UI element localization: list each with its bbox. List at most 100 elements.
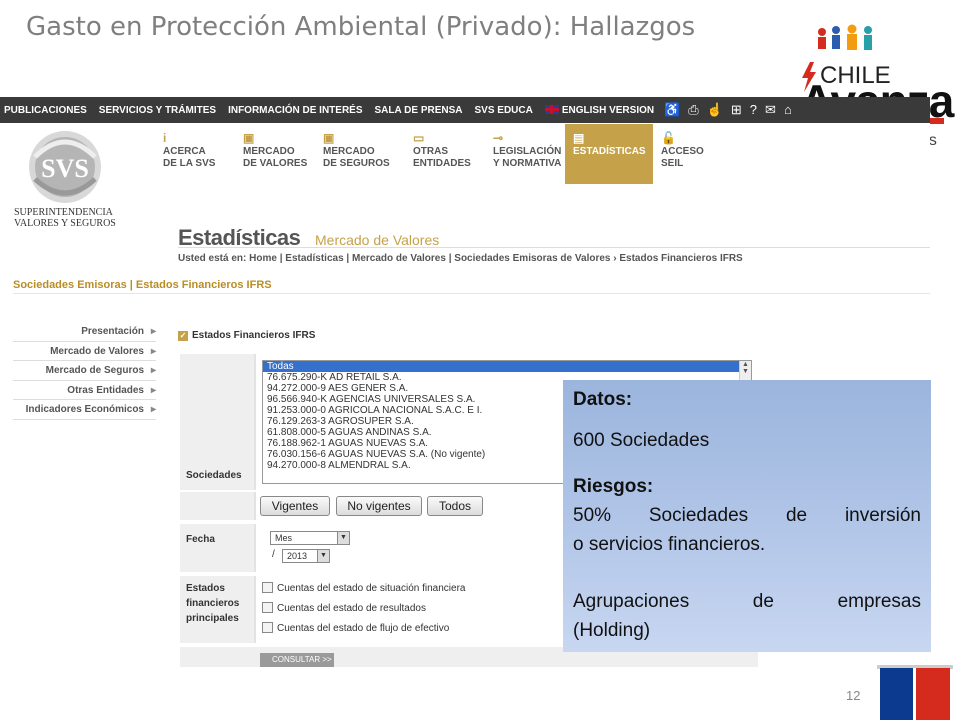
uk-flag-icon (544, 104, 559, 114)
nav-svs-educa[interactable]: SVS EDUCA (475, 105, 533, 116)
datos-value: 600 Sociedades (573, 430, 710, 451)
mail-icon[interactable]: ✉ (765, 102, 776, 118)
estados-label: Estados financieros principales (186, 581, 239, 626)
mainnav-acceso-seil[interactable]: 🔓 ACCESO SEIL (653, 124, 733, 184)
print-icon[interactable]: ⎙ (688, 102, 698, 118)
mainnav-acerca[interactable]: i ACERCA DE LA SVS (155, 124, 235, 184)
nav-english-version[interactable]: ENGLISH VERSION (544, 104, 655, 116)
chile-flag-corner (877, 665, 953, 720)
svs-logo[interactable]: SVS (20, 127, 110, 207)
breadcrumb[interactable]: Usted está en: Home | Estadísticas | Mer… (178, 253, 743, 264)
date-separator: / (272, 549, 275, 560)
mainnav-legislacion[interactable]: ⊸ LEGISLACIÓN Y NORMATIVA (485, 124, 565, 184)
mainnav-label-line2: DE LA SVS (163, 158, 216, 169)
sociedades-label: Sociedades (186, 470, 242, 481)
sitemap-icon[interactable]: ⊞ (731, 102, 742, 118)
checkbox-flujo-efectivo[interactable]: Cuentas del estado de flujo de efectivo (262, 622, 449, 634)
checkbox-situacion-financiera[interactable]: Cuentas del estado de situación financie… (262, 582, 465, 594)
section-divider (13, 293, 930, 294)
mainnav-label-line2: DE VALORES (243, 158, 308, 169)
mainnav-mercado-seguros[interactable]: ▣ MERCADO DE SEGUROS (315, 124, 405, 184)
mainnav-label-line1: ACCESO (661, 146, 704, 157)
side-menu: Presentación Mercado de Valores Mercado … (13, 322, 156, 420)
mainnav-estadisticas[interactable]: ▤ ESTADÍSTICAS (565, 124, 653, 184)
nav-english-label: ENGLISH VERSION (561, 104, 655, 116)
estados-label-line1: Estados (186, 583, 225, 594)
mainnav-label-line1: ACERCA (163, 146, 206, 157)
svs-caption: SUPERINTENDENCIA VALORES Y SEGUROS (14, 207, 116, 229)
slide-title: Gasto en Protección Ambiental (Privado):… (26, 12, 696, 42)
sidemenu-mercado-valores[interactable]: Mercado de Valores (13, 342, 156, 361)
checkbox-label: Cuentas del estado de situación financie… (277, 583, 466, 594)
help-icon[interactable]: ? (750, 102, 757, 118)
nav-servicios-tramites[interactable]: SERVICIOS Y TRÁMITES (99, 105, 216, 116)
chart-icon: ▣ (243, 131, 255, 145)
month-select-value: Mes (275, 533, 293, 543)
page-number: 12 (846, 688, 861, 703)
logo-red-bar (930, 118, 944, 124)
sidemenu-otras-entidades[interactable]: Otras Entidades (13, 381, 156, 400)
svs-logo-text: SVS (41, 154, 89, 183)
mainnav-mercado-valores[interactable]: ▣ MERCADO DE VALORES (235, 124, 315, 184)
svs-caption-line1: SUPERINTENDENCIA (14, 207, 113, 218)
statistics-icon: ▤ (573, 131, 585, 145)
sidemenu-presentacion[interactable]: Presentación (13, 322, 156, 342)
lock-icon: 🔓 (661, 131, 676, 145)
datos-heading: Datos: (573, 389, 633, 410)
mainnav-label-line1: OTRAS (413, 146, 448, 157)
top-navigation-bar: PUBLICACIONES SERVICIOS Y TRÁMITES INFOR… (0, 97, 930, 123)
mainnav-label-line1: LEGISLACIÓN (493, 146, 562, 157)
sidemenu-mercado-seguros[interactable]: Mercado de Seguros (13, 361, 156, 381)
estados-label-line2: financieros (186, 598, 240, 609)
consultar-button[interactable]: CONSULTAR >> (260, 653, 334, 667)
agrupaciones-line2: (Holding) (573, 620, 651, 641)
estados-label-line3: principales (186, 613, 239, 624)
home-icon[interactable]: ⌂ (784, 102, 792, 118)
month-select[interactable]: Mes ▼ (270, 531, 350, 545)
year-select[interactable]: 2013 ▼ (282, 549, 330, 563)
section-title: Sociedades Emisoras | Estados Financiero… (13, 279, 272, 291)
form-header: ✓ Estados Financieros IFRS (178, 330, 315, 341)
checkbox[interactable] (262, 582, 273, 593)
list-item[interactable]: Todas (263, 361, 751, 372)
children-logo-icon (818, 24, 872, 50)
nav-publicaciones[interactable]: PUBLICACIONES (4, 105, 87, 116)
riesgos-line1: 50% Sociedades de inversión (573, 505, 921, 526)
mainnav-label-line2: ENTIDADES (413, 158, 471, 169)
form-header-label: Estados Financieros IFRS (192, 330, 316, 341)
checkbox[interactable] (262, 602, 273, 613)
monitor-icon: ▭ (413, 131, 425, 145)
todos-button[interactable]: Todos (427, 496, 483, 516)
chevron-down-icon: ▼ (337, 532, 349, 544)
checkmark-icon: ✓ (178, 331, 188, 341)
flag-red-stripe (916, 668, 950, 720)
info-icon: i (163, 131, 167, 145)
svs-caption-line2: VALORES Y SEGUROS (14, 218, 116, 229)
mainnav-label-line2: SEIL (661, 158, 684, 169)
mainnav-label-line2: ESTADÍSTICAS (573, 146, 646, 157)
mainnav-label-line1: MERCADO (243, 146, 295, 157)
mainnav-otras-entidades[interactable]: ▭ OTRAS ENTIDADES (405, 124, 485, 184)
checkbox-label: Cuentas del estado de resultados (277, 603, 426, 614)
nav-sala-prensa[interactable]: SALA DE PRENSA (375, 105, 463, 116)
chevron-down-icon: ▼ (317, 550, 329, 562)
checkbox-resultados[interactable]: Cuentas del estado de resultados (262, 602, 426, 614)
sidemenu-indicadores[interactable]: Indicadores Económicos (13, 400, 156, 420)
no-vigentes-button[interactable]: No vigentes (336, 496, 422, 516)
chart-icon: ▣ (323, 131, 335, 145)
year-select-value: 2013 (287, 551, 308, 561)
accessibility-icon[interactable]: ♿ (664, 102, 680, 118)
gavel-icon: ⊸ (493, 131, 504, 145)
nav-informacion-interes[interactable]: INFORMACIÓN DE INTERÉS (228, 105, 362, 116)
checkbox-label: Cuentas del estado de flujo de efectivo (277, 623, 450, 634)
mainnav-label-line2: Y NORMATIVA (493, 158, 562, 169)
findings-callout: Datos: 600 Sociedades Riesgos: 50% Socie… (563, 380, 931, 652)
vigentes-button[interactable]: Vigentes (260, 496, 330, 516)
hand-icon[interactable]: ☝ (707, 102, 723, 118)
agrupaciones-line1: Agrupaciones de empresas (573, 591, 921, 612)
mainnav-label-line1: MERCADO (323, 146, 375, 157)
mainnav-label-line2: DE SEGUROS (323, 158, 390, 169)
fecha-label: Fecha (186, 534, 215, 545)
riesgos-line2: o servicios financieros. (573, 534, 766, 555)
checkbox[interactable] (262, 622, 273, 633)
